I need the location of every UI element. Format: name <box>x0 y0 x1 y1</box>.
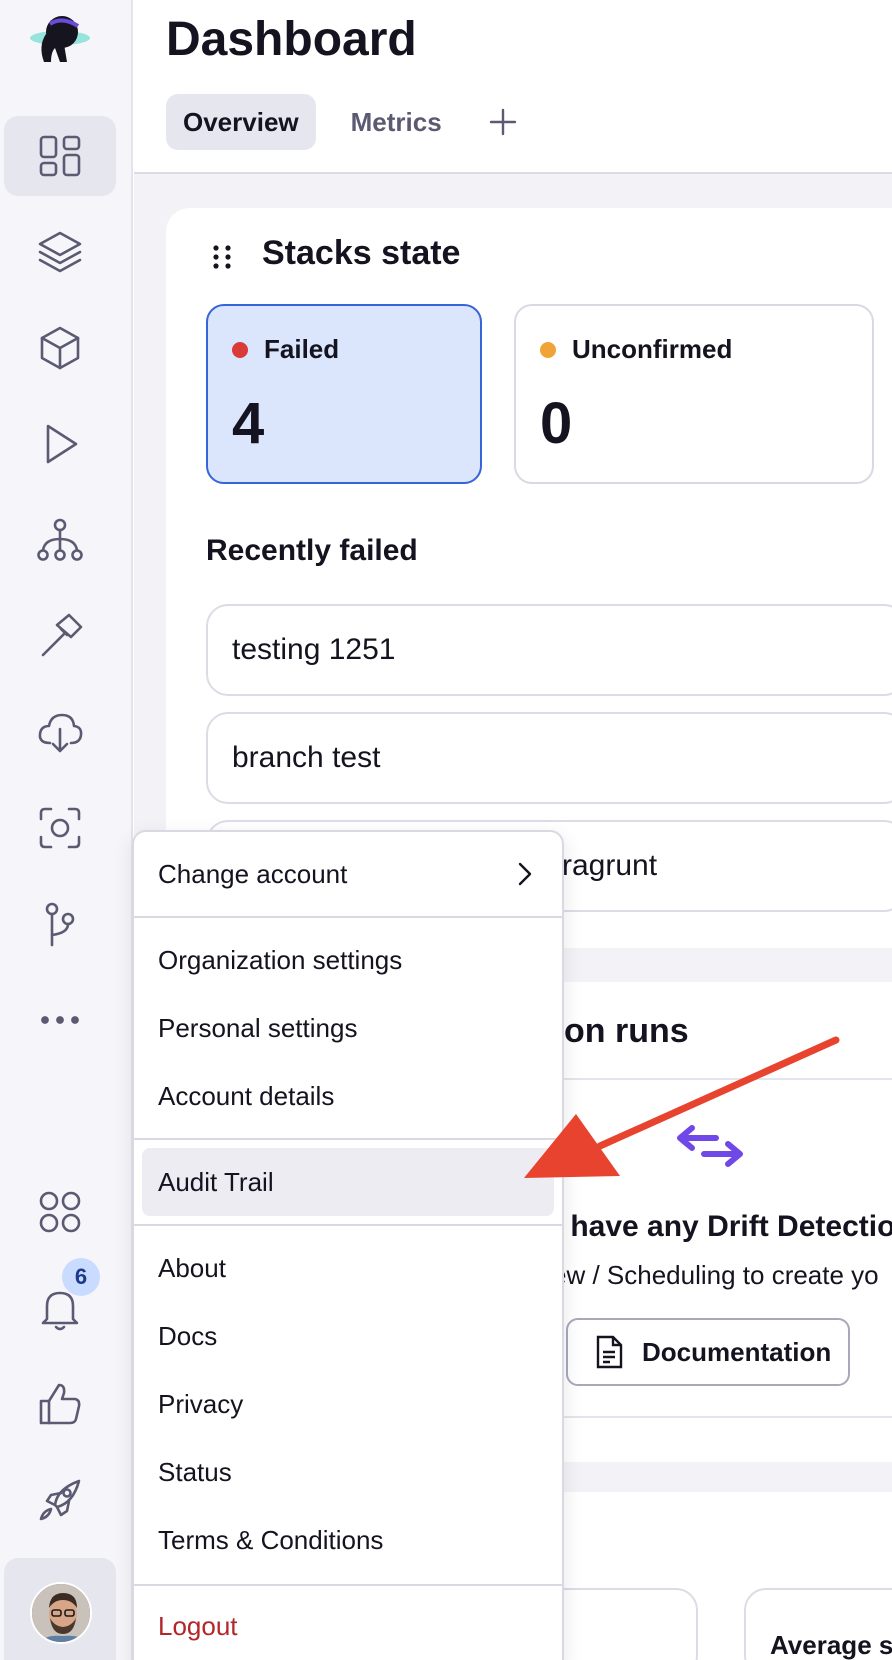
document-icon <box>596 1335 623 1369</box>
menu-divider <box>134 1138 562 1140</box>
menu-item-audit-trail[interactable]: Audit Trail <box>142 1148 554 1216</box>
menu-item-status[interactable]: Status <box>134 1442 562 1502</box>
user-menu: Change account Organization settings Per… <box>132 830 564 1660</box>
astronaut-logo[interactable] <box>24 12 94 72</box>
menu-item-personal-settings[interactable]: Personal settings <box>134 998 562 1058</box>
sidebar-item-more[interactable] <box>4 980 116 1060</box>
menu-divider <box>134 916 562 918</box>
sidebar-item-modules[interactable] <box>4 308 116 388</box>
cloud-upload-icon <box>38 713 83 753</box>
menu-item-privacy[interactable]: Privacy <box>134 1374 562 1434</box>
menu-divider <box>134 1584 562 1586</box>
layers-icon <box>38 231 82 273</box>
unconfirmed-status-dot <box>540 342 556 358</box>
drag-handle-icon[interactable] <box>210 242 234 272</box>
chevron-right-icon <box>518 862 532 886</box>
recently-failed-title: Recently failed <box>206 534 418 567</box>
add-tab-button[interactable] <box>483 102 523 142</box>
sidebar-item-policies[interactable] <box>4 788 116 868</box>
sidebar-item-stacks[interactable] <box>4 212 116 292</box>
dashboard-tabs: Overview Metrics <box>166 94 523 150</box>
sidebar-item-launchpad[interactable] <box>4 1460 116 1540</box>
widget-title: Stacks state <box>262 234 461 272</box>
sidebar-item-feedback[interactable] <box>4 1364 116 1444</box>
menu-item-docs[interactable]: Docs <box>134 1306 562 1366</box>
apps-grid-icon <box>39 1191 81 1233</box>
sidebar-item-tools[interactable] <box>4 596 116 676</box>
menu-item-change-account[interactable]: Change account <box>134 844 562 904</box>
state-count: 0 <box>540 391 573 456</box>
empty-state-title: t have any Drift Detectio <box>552 1210 892 1243</box>
tab-overview[interactable]: Overview <box>166 94 316 150</box>
plus-icon <box>489 108 516 136</box>
rocket-icon <box>39 1479 81 1521</box>
metric-label: Average st <box>770 1630 892 1660</box>
menu-item-about[interactable]: About <box>134 1238 562 1298</box>
metric-tile-average[interactable]: Average st <box>744 1588 892 1660</box>
sidebar-item-vcs[interactable] <box>4 884 116 964</box>
user-menu-trigger[interactable] <box>4 1558 116 1660</box>
menu-item-account-details[interactable]: Account details <box>134 1066 562 1126</box>
dashboard-icon <box>39 135 81 177</box>
menu-item-terms[interactable]: Terms & Conditions <box>134 1510 562 1570</box>
sidebar-item-apps[interactable] <box>4 1172 116 1252</box>
play-icon <box>46 424 78 464</box>
state-count: 4 <box>232 391 265 456</box>
failed-status-dot <box>232 342 248 358</box>
avatar-photo <box>32 1584 90 1642</box>
sidebar-item-cloud-integrations[interactable] <box>4 692 116 772</box>
sidebar-item-runs[interactable] <box>4 404 116 484</box>
documentation-button[interactable]: Documentation <box>566 1318 850 1386</box>
more-icon <box>41 1016 79 1024</box>
scan-icon <box>39 807 81 849</box>
notification-count-badge: 6 <box>62 1258 100 1296</box>
list-item[interactable]: testing 1251 <box>206 604 892 696</box>
menu-item-logout[interactable]: Logout <box>134 1596 562 1656</box>
hammer-icon <box>41 613 83 657</box>
annotation-arrow-icon <box>524 1036 840 1178</box>
state-label: Failed <box>264 334 340 364</box>
sidebar-item-dashboard[interactable] <box>4 116 116 196</box>
documentation-button-label: Documentation <box>642 1336 832 1367</box>
avatar[interactable] <box>30 1582 92 1644</box>
page-title: Dashboard <box>166 13 417 66</box>
sidebar-item-resources[interactable] <box>4 500 116 580</box>
git-branch-icon <box>45 902 75 947</box>
tab-metrics[interactable]: Metrics <box>334 94 459 150</box>
menu-divider <box>134 1224 562 1226</box>
state-label: Unconfirmed <box>572 334 733 364</box>
cube-icon <box>40 326 80 370</box>
hierarchy-icon <box>37 518 83 561</box>
state-tile-failed[interactable]: Failed 4 <box>206 304 482 484</box>
sidebar: 6 <box>0 0 133 1660</box>
list-item[interactable]: branch test <box>206 712 892 804</box>
thumbs-up-icon <box>39 1383 81 1425</box>
empty-state-subtitle: ew / Scheduling to create yo <box>552 1260 879 1290</box>
menu-item-label: Change account <box>158 858 348 889</box>
state-tile-unconfirmed[interactable]: Unconfirmed 0 <box>514 304 874 484</box>
menu-item-organization-settings[interactable]: Organization settings <box>134 930 562 990</box>
